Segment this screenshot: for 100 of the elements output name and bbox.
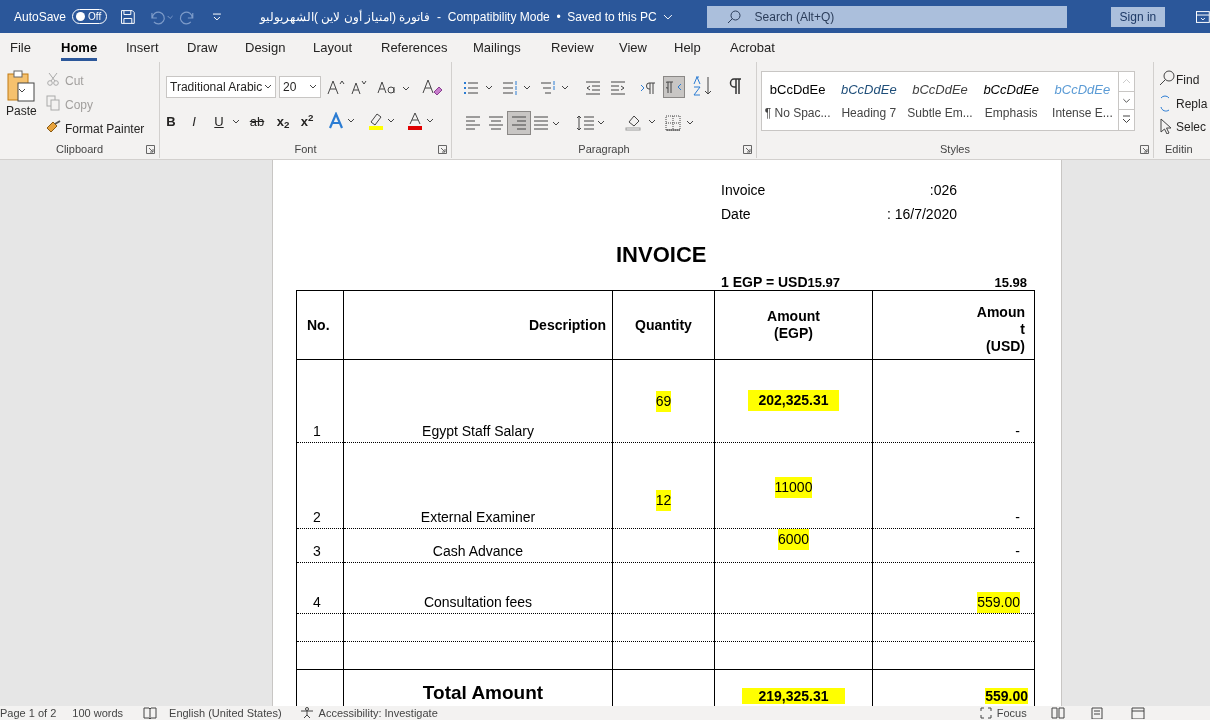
accessibility-icon[interactable] bbox=[299, 707, 314, 719]
align-center-icon[interactable] bbox=[488, 115, 504, 131]
ltr-paragraph-icon[interactable] bbox=[640, 81, 656, 95]
invoice-label: Invoice bbox=[721, 181, 766, 200]
clipboard-icon bbox=[6, 70, 37, 102]
column-header: Amoun t (USD) bbox=[872, 290, 1035, 360]
increase-indent-icon[interactable] bbox=[610, 80, 626, 96]
table-cell-text: 12 bbox=[655, 490, 672, 511]
numbering-icon[interactable] bbox=[502, 80, 532, 96]
style-item[interactable]: bCcDdEe Heading 7 bbox=[833, 72, 905, 130]
table-cell-text: External Examiner bbox=[420, 508, 536, 527]
format-painter-button[interactable]: Format Painter bbox=[65, 120, 145, 138]
ribbon-tab[interactable]: Draw bbox=[187, 39, 218, 61]
dialog-launcher-icon[interactable] bbox=[438, 145, 447, 154]
focus-button[interactable]: Focus bbox=[996, 706, 1027, 720]
ribbon-tab[interactable]: Help bbox=[674, 39, 701, 61]
sort-icon[interactable] bbox=[693, 76, 713, 96]
exchange-rate: 1 EGP = USD15.97 bbox=[721, 273, 841, 292]
ribbon-tab[interactable]: Review bbox=[551, 39, 594, 61]
ribbon-tab[interactable]: File bbox=[10, 39, 31, 61]
read-mode-icon[interactable] bbox=[1050, 707, 1065, 719]
table-cell-text: Egypt Staff Salary bbox=[422, 422, 534, 441]
table-cell-text: 559.00 bbox=[977, 592, 1020, 613]
bullets-icon[interactable] bbox=[464, 80, 494, 96]
shading-icon[interactable] bbox=[625, 113, 657, 131]
ribbon-tab[interactable]: Mailings bbox=[473, 39, 521, 61]
style-item[interactable]: bCcDdEe ¶ No Spac... bbox=[762, 72, 834, 130]
change-case-icon bbox=[377, 79, 411, 95]
ribbon-tab[interactable]: Acrobat bbox=[730, 39, 775, 61]
clear-formatting-icon bbox=[422, 78, 442, 96]
table-cell-text: Consultation fees bbox=[423, 593, 533, 612]
search-field[interactable]: Search (Alt+Q) bbox=[706, 5, 1067, 28]
justify-icon[interactable] bbox=[533, 115, 549, 131]
style-item[interactable]: bCcDdEe Subtle Em... bbox=[904, 72, 976, 130]
find-button[interactable]: Find bbox=[1176, 71, 1200, 89]
replace-button[interactable]: Repla bbox=[1176, 95, 1208, 113]
ribbon-tab[interactable]: Insert bbox=[126, 39, 159, 61]
ribbon-display-icon[interactable] bbox=[1196, 10, 1210, 23]
show-marks-icon[interactable] bbox=[728, 78, 742, 94]
sign-in-button[interactable]: Sign in bbox=[1110, 6, 1166, 27]
ribbon-tab[interactable]: References bbox=[381, 39, 448, 61]
table-cell-text: - bbox=[1015, 422, 1020, 441]
copy-icon bbox=[46, 95, 60, 111]
ribbon-tab[interactable]: View bbox=[619, 39, 647, 61]
language-status[interactable]: English (United States) bbox=[169, 706, 282, 720]
style-item[interactable]: bCcDdEe Intense E... bbox=[1046, 72, 1118, 130]
format-button[interactable]: x$_{2}$ bbox=[273, 112, 293, 132]
table-cell-text: - bbox=[1015, 508, 1020, 527]
group-label: Editin bbox=[1165, 141, 1193, 157]
format-button[interactable]: B bbox=[161, 112, 181, 132]
save-icon[interactable] bbox=[120, 8, 136, 25]
format-button[interactable]: x$^{2}$ bbox=[297, 112, 317, 132]
customize-icon[interactable] bbox=[212, 11, 223, 22]
dialog-launcher-icon[interactable] bbox=[743, 145, 752, 154]
rtl-paragraph-button[interactable] bbox=[663, 76, 685, 98]
column-header: Quantity bbox=[612, 290, 715, 360]
dialog-launcher-icon[interactable] bbox=[146, 145, 155, 154]
web-layout-icon[interactable] bbox=[1130, 707, 1145, 719]
format-button[interactable]: ab bbox=[247, 112, 267, 132]
invoice-number: :026 bbox=[928, 181, 957, 200]
cut-icon bbox=[47, 72, 59, 86]
date-label: Date bbox=[721, 205, 751, 224]
ribbon-tab[interactable]: Design bbox=[245, 39, 286, 61]
page-count[interactable]: Page 1 of 2 bbox=[0, 706, 57, 720]
select-button[interactable]: Selec bbox=[1176, 118, 1207, 136]
table-cell-text: Cash Advance bbox=[432, 542, 524, 561]
group-label: Paragraph bbox=[578, 141, 630, 157]
paste-button[interactable]: Paste bbox=[6, 70, 37, 120]
decrease-indent-icon[interactable] bbox=[585, 80, 601, 96]
font-name-field[interactable]: Traditional Arabic bbox=[166, 76, 276, 98]
column-header: Amount (EGP) bbox=[714, 290, 873, 360]
document-title: فاتورة (امتياز أون لاين )الشهريوليو - Compatibility Mode • Saved to this PC bbox=[260, 8, 657, 26]
ribbon-tab[interactable]: Layout bbox=[313, 39, 353, 61]
focus-icon[interactable] bbox=[979, 707, 992, 719]
search-icon bbox=[726, 9, 741, 24]
align-right-icon bbox=[511, 115, 527, 131]
table-cell-text: 11000 bbox=[774, 477, 813, 498]
scroll-down-icon[interactable] bbox=[1119, 91, 1134, 110]
table-cell-text: 2 bbox=[313, 508, 321, 527]
line-spacing-icon[interactable] bbox=[576, 115, 606, 131]
align-left-icon[interactable] bbox=[465, 115, 481, 131]
autosave-label: AutoSave bbox=[14, 8, 67, 26]
dialog-launcher-icon[interactable] bbox=[1140, 145, 1149, 154]
accessibility-status[interactable]: Accessibility: Investigate bbox=[318, 706, 438, 720]
find-icon bbox=[1159, 70, 1175, 86]
highlighter-icon bbox=[368, 112, 396, 130]
group-label: Clipboard bbox=[55, 141, 104, 157]
book-icon[interactable] bbox=[143, 707, 158, 719]
table-cell-text: 3 bbox=[313, 542, 321, 561]
cursor-icon bbox=[1160, 118, 1172, 134]
borders-icon[interactable] bbox=[665, 115, 695, 131]
exchange-rate-value: 15.98 bbox=[993, 274, 1027, 292]
word-count[interactable]: 100 words bbox=[72, 706, 124, 720]
print-layout-icon[interactable] bbox=[1090, 707, 1103, 719]
format-button[interactable]: U bbox=[209, 112, 229, 132]
format-button[interactable]: I bbox=[184, 112, 204, 132]
font-size-field[interactable]: 20 bbox=[279, 76, 321, 98]
invoice-heading: INVOICE bbox=[616, 241, 707, 269]
multilevel-list-icon[interactable] bbox=[540, 80, 570, 96]
style-item[interactable]: bCcDdEe Emphasis bbox=[975, 72, 1047, 130]
